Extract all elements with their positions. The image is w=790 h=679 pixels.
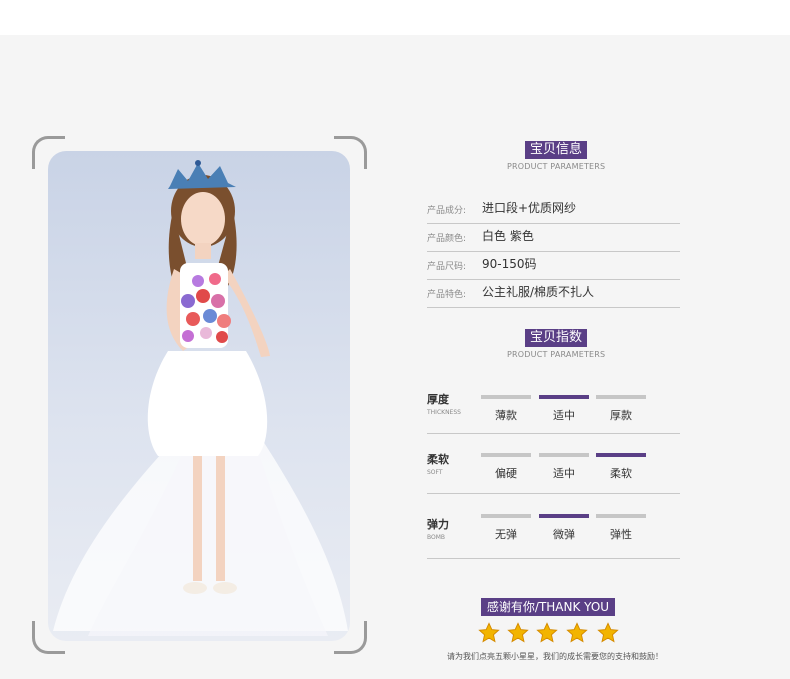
index-option-bar [596,395,646,399]
star-icon [478,622,500,643]
info-section-subtitle: PRODUCT PARAMETERS [507,162,606,171]
star-icon [507,622,529,643]
index-name-en: BOMB [427,534,446,541]
thank-you-banner: 感谢有你/THANK YOU [481,598,615,616]
index-row-bomb: 弹力 BOMB 无弹 微弹 弹性 [427,506,680,559]
param-label: 产品成分: [427,206,467,216]
index-section-subtitle: PRODUCT PARAMETERS [507,350,606,359]
index-option-bar [539,453,589,457]
index-option-bar [539,514,589,518]
param-label: 产品颜色: [427,234,467,244]
index-option-label: 柔软 [610,467,632,480]
index-option-label: 无弹 [495,528,517,541]
param-value: 白色 紫色 [482,229,534,243]
star-icon [536,622,558,643]
index-option-bar [539,395,589,399]
index-option-label: 适中 [553,467,575,480]
param-row: 产品颜色: 白色 紫色 [427,224,680,252]
index-option-bar [596,453,646,457]
index-option-label: 偏硬 [495,467,517,480]
index-option-bar [481,514,531,518]
index-option-label: 微弹 [553,528,575,541]
index-section-title: 宝贝指数 [525,329,587,347]
index-option-bar [596,514,646,518]
index-name-en: THICKNESS [427,409,461,416]
param-label: 产品特色: [427,290,467,300]
star-icon [597,622,619,643]
index-name: 厚度 [427,393,449,406]
index-option-label: 薄款 [495,409,517,422]
index-name: 弹力 [427,518,449,531]
index-option-bar [481,395,531,399]
index-option-label: 弹性 [610,528,632,541]
star-icon [566,622,588,643]
param-value: 进口段+优质网纱 [482,201,577,215]
product-photo-illustration [53,160,348,636]
param-value: 90-150码 [482,257,537,271]
param-label: 产品尺码: [427,262,467,272]
param-row: 产品尺码: 90-150码 [427,252,680,280]
rating-note: 请为我们点亮五颗小星星，我们的成长需要您的支持和鼓励！ [447,652,663,661]
index-option-bar [481,453,531,457]
index-name-en: SOFT [427,469,443,476]
info-section-title: 宝贝信息 [525,141,587,159]
index-name: 柔软 [427,453,449,466]
top-bar [0,0,790,35]
param-row: 产品特色: 公主礼服/棉质不扎人 [427,280,680,308]
index-option-label: 适中 [553,409,575,422]
param-row: 产品成分: 进口段+优质网纱 [427,196,680,224]
param-value: 公主礼服/棉质不扎人 [482,285,595,299]
index-row-soft: 柔软 SOFT 偏硬 适中 柔软 [427,441,680,494]
index-option-label: 厚款 [610,409,632,422]
product-photo [48,151,350,641]
index-row-thickness: 厚度 THICKNESS 薄款 适中 厚款 [427,381,680,434]
